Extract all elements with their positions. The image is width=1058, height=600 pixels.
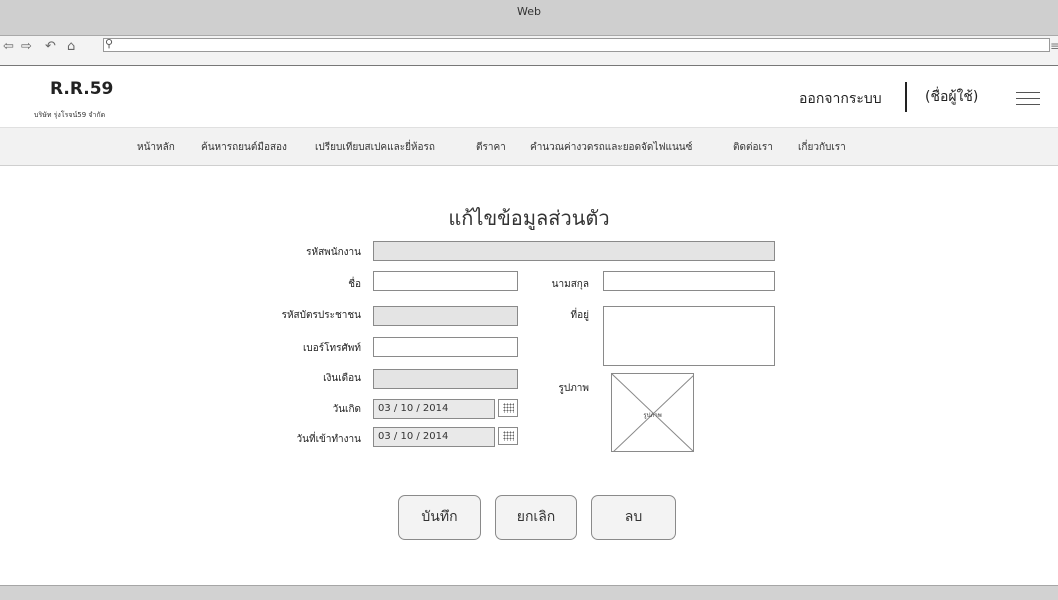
start-date-label: วันที่เข้าทำงาน bbox=[296, 434, 361, 445]
page-footer bbox=[0, 585, 1058, 600]
first-name-field[interactable] bbox=[373, 271, 518, 291]
back-arrow-icon[interactable]: ⇦ bbox=[3, 40, 14, 54]
photo-placeholder-text: รูปภาพ bbox=[643, 412, 662, 419]
nav-item-appraise[interactable]: ตีราคา bbox=[476, 140, 506, 155]
hamburger-menu-icon[interactable] bbox=[1016, 92, 1040, 105]
search-icon: ⚲ bbox=[105, 37, 114, 50]
nav-item-search-cars[interactable]: ค้นหารถยนต์มือสอง bbox=[201, 140, 287, 155]
phone-field[interactable] bbox=[373, 337, 518, 357]
brand-logo[interactable]: R.R.59 bbox=[50, 79, 113, 99]
birth-date-field[interactable]: 03 / 10 / 2014 bbox=[373, 399, 495, 419]
salary-label: เงินเดือน bbox=[323, 373, 361, 384]
address-bar[interactable]: ⚲ bbox=[103, 37, 1050, 52]
calendar-icon[interactable] bbox=[498, 427, 518, 445]
start-date-field[interactable]: 03 / 10 / 2014 bbox=[373, 427, 495, 447]
last-name-label: นามสกุล bbox=[551, 279, 589, 290]
main-content: แก้ไขข้อมูลส่วนตัว รหัสพนักงาน ชื่อ นามส… bbox=[0, 166, 1058, 585]
nav-item-home[interactable]: หน้าหลัก bbox=[137, 140, 175, 155]
nav-item-calculate[interactable]: คำนวณค่างวดรถและยอดจัดไฟแนนซ์ bbox=[530, 140, 692, 155]
birth-date-label: วันเกิด bbox=[332, 404, 361, 415]
username-link[interactable]: (ชื่อผู้ใช้) bbox=[925, 86, 978, 108]
last-name-field[interactable] bbox=[603, 271, 775, 291]
salary-field bbox=[373, 369, 518, 389]
home-icon[interactable]: ⌂ bbox=[67, 40, 75, 54]
citizen-id-field bbox=[373, 306, 518, 326]
first-name-label: ชื่อ bbox=[348, 279, 361, 290]
cancel-button[interactable]: ยกเลิก bbox=[495, 495, 577, 540]
browser-menu-icon[interactable]: ≡ bbox=[1050, 39, 1058, 53]
address-field[interactable] bbox=[603, 306, 775, 366]
main-nav: หน้าหลัก ค้นหารถยนต์มือสอง เปรียบเทียบสเ… bbox=[0, 128, 1058, 166]
photo-label: รูปภาพ bbox=[558, 383, 589, 394]
company-name: บริษัท รุ่งโรจน์59 จำกัด bbox=[34, 111, 106, 119]
employee-id-field bbox=[373, 241, 775, 261]
delete-button[interactable]: ลบ bbox=[591, 495, 676, 540]
logout-link[interactable]: ออกจากระบบ bbox=[799, 88, 882, 110]
save-button[interactable]: บันทึก bbox=[398, 495, 481, 540]
window-title: Web bbox=[517, 5, 541, 18]
nav-item-compare[interactable]: เปรียบเทียบสเปคและยี่ห้อรถ bbox=[315, 140, 435, 155]
phone-label: เบอร์โทรศัพท์ bbox=[302, 343, 361, 354]
citizen-id-label: รหัสบัตรประชาชน bbox=[281, 310, 361, 321]
address-label: ที่อยู่ bbox=[570, 310, 589, 321]
nav-item-about[interactable]: เกี่ยวกับเรา bbox=[798, 140, 846, 155]
nav-item-contact[interactable]: ติดต่อเรา bbox=[733, 140, 773, 155]
employee-id-label: รหัสพนักงาน bbox=[306, 247, 361, 258]
calendar-icon[interactable] bbox=[498, 399, 518, 417]
page-title: แก้ไขข้อมูลส่วนตัว bbox=[448, 206, 610, 230]
site-header: R.R.59 บริษัท รุ่งโรจน์59 จำกัด ออกจากระ… bbox=[0, 66, 1058, 128]
reload-icon[interactable]: ↶ bbox=[45, 40, 56, 54]
forward-arrow-icon[interactable]: ⇨ bbox=[21, 40, 32, 54]
header-divider bbox=[905, 82, 907, 112]
browser-toolbar: ⇦ ⇨ ↶ ⌂ ⚲ ≡ bbox=[0, 36, 1058, 66]
photo-upload[interactable]: รูปภาพ bbox=[611, 373, 694, 452]
window-titlebar: Web bbox=[0, 0, 1058, 36]
